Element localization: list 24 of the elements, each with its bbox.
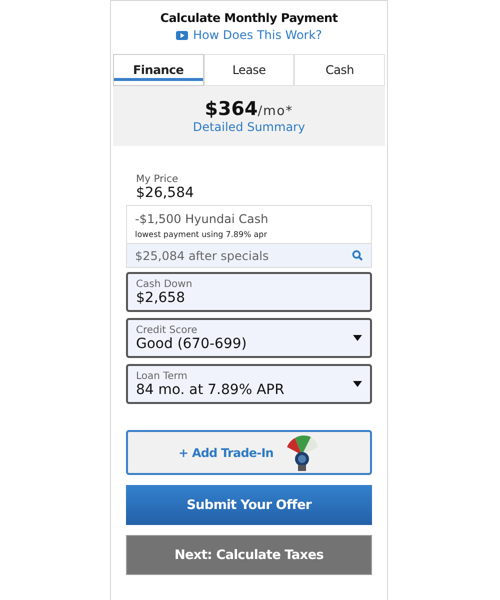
payment-tab[interactable]: Lease [204,54,294,86]
after-specials-price: $25,084 after specials [135,248,269,262]
calculate-taxes-button[interactable]: Next: Calculate Taxes [126,535,372,575]
select-field[interactable]: Credit Score Good (670-699) [126,318,372,358]
payment-tab[interactable]: Finance [113,54,204,86]
rebate-text: -$1,500 Hyundai Cash [135,212,270,226]
help-video-link[interactable]: How Does This Work? [176,28,322,42]
after-specials-row[interactable]: $25,084 after specials [127,243,371,267]
payment-tab[interactable]: Cash [294,54,386,86]
price-value: $26,584 [136,185,195,201]
input-field[interactable]: Cash Down $2,658 [126,272,372,312]
monthly-payment: $364/mo* [204,98,294,120]
detailed-summary-link[interactable]: Detailed Summary [192,120,306,134]
submit-offer-button[interactable]: Submit Your Offer [126,485,372,525]
price-label: My Price [136,174,180,185]
play-video-icon [176,30,188,40]
calculator-title: Calculate Monthly Payment [160,11,338,25]
rebate-note: lowest payment using 7.89% apr [135,230,268,239]
caret-icon [353,335,362,341]
caret-icon [353,381,362,387]
select-field[interactable]: Loan Term 84 mo. at 7.89% APR [126,364,372,404]
gauge-icon [285,432,320,472]
search-icon[interactable] [352,250,363,261]
add-trade-in-button[interactable]: + Add Trade-In [126,430,372,475]
